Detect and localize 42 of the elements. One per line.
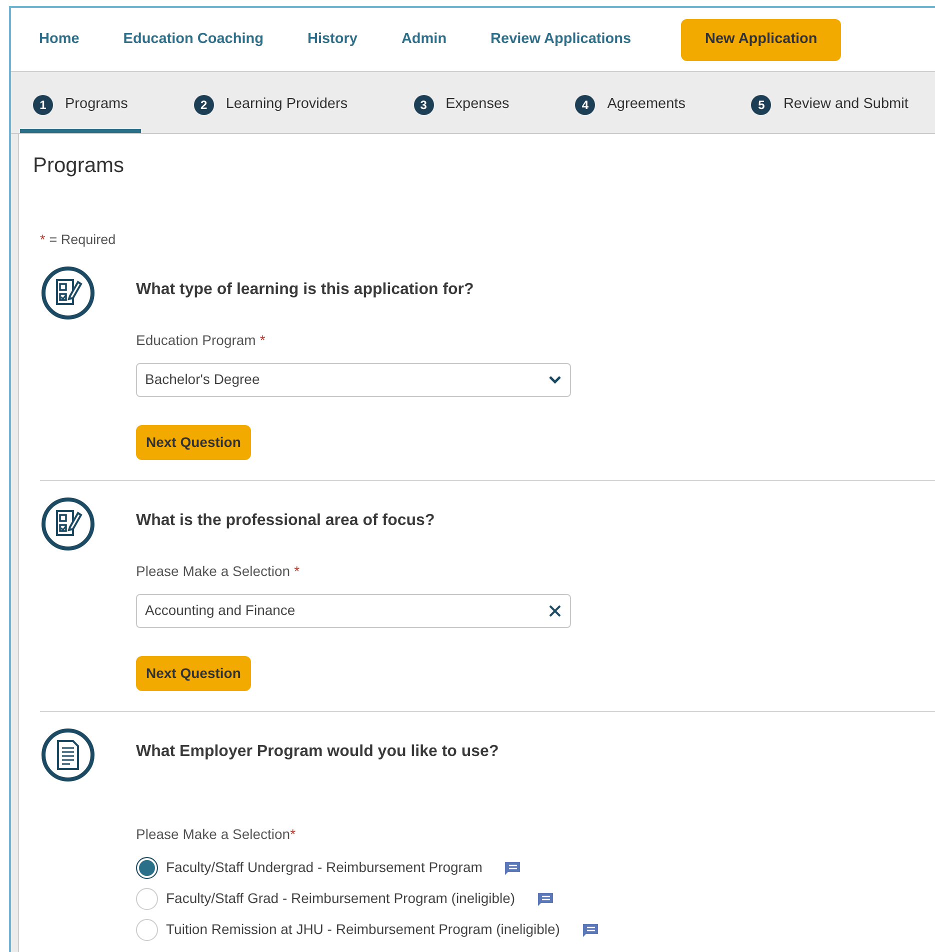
- required-mark: *: [260, 332, 266, 348]
- combobox-field[interactable]: Accounting and Finance: [136, 594, 571, 628]
- step-number: 4: [575, 95, 596, 115]
- step-tab[interactable]: 5 Review and Submit: [738, 89, 922, 133]
- next-question-button[interactable]: Next Question: [136, 424, 251, 460]
- clear-icon[interactable]: [548, 604, 562, 618]
- chevron-down-icon: [548, 374, 562, 385]
- step-number: 5: [751, 95, 772, 115]
- required-mark: *: [290, 826, 296, 842]
- new-application-button[interactable]: New Application: [681, 18, 842, 60]
- question-heading: What is the professional area of focus?: [136, 510, 436, 531]
- next-question-button[interactable]: Next Question: [136, 656, 251, 691]
- radio-label: Tuition Remission at JHU - Reimbursement Program (ineligible): [166, 920, 560, 940]
- nav-link[interactable]: History: [307, 28, 358, 50]
- nav-link[interactable]: Review Applications: [490, 28, 632, 50]
- checklist-icon: [41, 266, 95, 320]
- step-tab[interactable]: 4 Agreements: [562, 89, 698, 133]
- document-icon: [41, 728, 95, 782]
- required-mark: *: [294, 562, 300, 579]
- checklist-icon: [41, 496, 95, 551]
- step-tab[interactable]: 2 Learning Providers: [180, 89, 361, 133]
- question-heading: What Employer Program would you like to use?: [136, 742, 500, 762]
- comment-icon[interactable]: [535, 890, 556, 907]
- radio-label: Faculty/Staff Grad - Reimbursement Program (ineligible): [166, 889, 516, 908]
- dropdown-field[interactable]: Bachelor's Degree: [136, 362, 571, 397]
- step-tab[interactable]: 3 Expenses: [400, 89, 522, 133]
- required-mark: *: [40, 232, 46, 246]
- step-number: 2: [194, 95, 214, 115]
- required-note: = Required: [49, 232, 116, 246]
- comment-icon[interactable]: [502, 860, 522, 876]
- field-label: Please Make a Selection: [136, 562, 290, 579]
- radio-label: Faculty/Staff Undergrad - Reimbursement Program: [166, 858, 482, 878]
- step-number: 3: [414, 95, 434, 115]
- question-heading: What type of learning is this application for?: [136, 280, 475, 300]
- step-number: 1: [33, 95, 53, 115]
- field-label: Education Program: [136, 332, 256, 348]
- nav-link[interactable]: Home: [39, 28, 80, 50]
- nav-link[interactable]: Education Coaching: [123, 28, 264, 50]
- nav-link[interactable]: Admin: [401, 28, 447, 50]
- page-title: Programs: [33, 153, 126, 179]
- radio-button[interactable]: [136, 856, 158, 879]
- field-label: Please Make a Selection: [136, 826, 290, 842]
